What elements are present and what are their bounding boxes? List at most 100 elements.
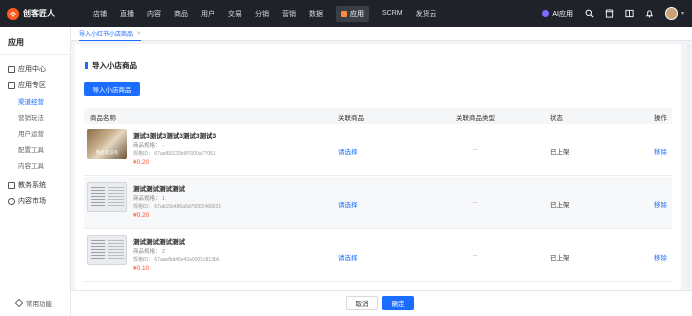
sidebar-item-label: 应用专区 xyxy=(18,82,46,89)
chevron-down-icon[interactable]: ▾ xyxy=(681,10,684,17)
sidebar-item-app-center[interactable]: 应用中心 xyxy=(0,61,70,77)
nav-item-apps[interactable]: 应用 xyxy=(336,5,369,22)
brand-logo-icon xyxy=(7,7,19,20)
section-title: 导入小店商品 xyxy=(85,60,137,71)
product-spec: 商品规格： - xyxy=(133,143,164,149)
sidebar-item-user-ops[interactable]: 用户运营 xyxy=(0,125,70,141)
select-related-link[interactable]: 请选择 xyxy=(338,252,358,262)
sidebar: 应用 应用中心 应用专区 渠道经营 营销玩法 用户运营 配置工具 内容工具 教务… xyxy=(0,27,71,316)
col-name: 商品名称 xyxy=(90,115,116,122)
nav-item-marketing[interactable]: 营销 xyxy=(282,9,296,19)
col-action: 操作 xyxy=(654,115,667,122)
product-spec: 商品规格： 2 xyxy=(133,249,166,255)
store-icon[interactable] xyxy=(605,9,615,19)
book-icon[interactable] xyxy=(625,9,635,19)
grid-icon xyxy=(8,65,15,73)
confirm-button[interactable]: 确定 xyxy=(382,296,414,310)
product-thumbnail xyxy=(87,235,127,265)
nav-item-goods[interactable]: 商品 xyxy=(174,9,188,19)
top-navbar: 创客匠人 店铺 直播 内容 商品 用户 交易 分销 营销 数据 应用 SCRM … xyxy=(0,0,692,27)
nav-item-users[interactable]: 用户 xyxy=(201,9,215,19)
nav-item-live[interactable]: 直播 xyxy=(120,9,134,19)
brand-logo[interactable]: 创客匠人 xyxy=(7,7,77,20)
nav-item-scrm[interactable]: SCRM xyxy=(382,10,403,17)
search-icon[interactable] xyxy=(585,9,595,19)
thumbnail-line xyxy=(91,187,105,207)
footer-bar: 取消 确定 xyxy=(71,290,692,316)
tab-import-xhs-label: 导入小红书小店商品 xyxy=(79,32,134,38)
product-thumbnail xyxy=(87,182,127,212)
select-related-link[interactable]: 请选择 xyxy=(338,146,358,156)
import-goods-button[interactable]: 导入小店商品 xyxy=(84,82,140,96)
tab-import-xhs[interactable]: 导入小红书小店商品 × xyxy=(79,27,141,41)
product-price: ¥0.20 xyxy=(133,212,150,219)
thumbnail-line xyxy=(108,187,124,207)
related-type-value: -- xyxy=(473,199,478,206)
table-header: 商品名称 关联商品 关联商品类型 状态 操作 xyxy=(84,108,672,124)
ai-app-label: AI应用 xyxy=(552,10,573,18)
common-functions-label: 常用功能 xyxy=(26,301,52,308)
section-title-text: 导入小店商品 xyxy=(92,61,137,70)
main-nav: 店铺 直播 内容 商品 用户 交易 分销 营销 数据 应用 SCRM 发货云 xyxy=(93,5,450,22)
table-row: 测试测试测试测试 商品规格： 2 规格ID： 67aaefbd45e42a000… xyxy=(84,230,672,282)
title-accent-bar xyxy=(85,62,88,69)
sidebar-item-config-tools[interactable]: 配置工具 xyxy=(0,141,70,157)
nav-item-shop[interactable]: 店铺 xyxy=(93,9,107,19)
product-spec-id: 规格ID： 67aaf60129b9f7000a77061 xyxy=(133,151,216,157)
nav-item-apps-label: 应用 xyxy=(350,10,364,18)
product-thumbnail: 我也是没有 xyxy=(87,129,127,159)
home-icon xyxy=(8,81,15,89)
sidebar-item-channel[interactable]: 渠道经营 xyxy=(0,93,70,109)
status-value: 已上架 xyxy=(550,149,570,156)
product-spec: 商品规格： 1 xyxy=(133,196,166,202)
main-panel: 导入小店商品 导入小店商品 商品名称 关联商品 关联商品类型 状态 操作 我也是… xyxy=(75,44,681,290)
related-type-value: -- xyxy=(473,146,478,153)
bell-icon[interactable] xyxy=(645,9,655,19)
market-icon xyxy=(8,197,15,205)
cancel-button[interactable]: 取消 xyxy=(346,296,378,310)
col-related: 关联商品 xyxy=(338,115,364,122)
thumbnail-line xyxy=(108,240,124,260)
common-functions-button[interactable]: 常用功能 xyxy=(14,298,52,308)
remove-link[interactable]: 移除 xyxy=(654,252,667,262)
apps-icon xyxy=(341,10,347,17)
sidebar-item-content-tools[interactable]: 内容工具 xyxy=(0,157,70,173)
sidebar-title: 应用 xyxy=(0,27,70,55)
ai-app-button[interactable]: AI应用 xyxy=(542,9,573,19)
nav-item-data[interactable]: 数据 xyxy=(309,9,323,19)
brand-name: 创客匠人 xyxy=(23,9,55,18)
table-row: 我也是没有 测试3测试3测试3测试3测试3 商品规格： - 规格ID： 67aa… xyxy=(84,124,672,176)
user-avatar[interactable] xyxy=(664,7,678,20)
ai-icon xyxy=(542,10,550,17)
close-icon[interactable]: × xyxy=(137,31,141,37)
sidebar-item-marketing-play[interactable]: 营销玩法 xyxy=(0,109,70,125)
sidebar-item-app-zone[interactable]: 应用专区 xyxy=(0,77,70,93)
remove-link[interactable]: 移除 xyxy=(654,146,667,156)
diamond-icon xyxy=(14,298,24,308)
edu-icon xyxy=(8,181,15,189)
product-spec-id: 规格ID： 67ab15b486a5d70001466621 xyxy=(133,204,222,210)
nav-item-content[interactable]: 内容 xyxy=(147,9,161,19)
tab-bar: 导入小红书小店商品 × xyxy=(71,27,692,41)
product-price: ¥0.10 xyxy=(133,265,150,272)
product-name: 测试测试测试测试 xyxy=(133,186,185,193)
sidebar-item-content-market[interactable]: 内容市场 xyxy=(0,193,70,209)
product-name: 测试测试测试测试 xyxy=(133,239,185,246)
col-status: 状态 xyxy=(550,115,563,122)
nav-item-shipping-cloud[interactable]: 发货云 xyxy=(416,9,437,19)
sidebar-item-edu-system[interactable]: 教务系统 xyxy=(0,177,70,193)
sidebar-item-label: 应用中心 xyxy=(18,66,46,73)
top-right-tools: AI应用 ▾ xyxy=(542,0,684,27)
nav-item-trade[interactable]: 交易 xyxy=(228,9,242,19)
sidebar-item-label: 内容市场 xyxy=(18,198,46,205)
remove-link[interactable]: 移除 xyxy=(654,199,667,209)
nav-item-distribution[interactable]: 分销 xyxy=(255,9,269,19)
scrollbar[interactable] xyxy=(687,44,690,288)
product-price: ¥0.20 xyxy=(133,159,150,166)
select-related-link[interactable]: 请选择 xyxy=(338,199,358,209)
thumbnail-line xyxy=(91,240,105,260)
table-row: 测试测试测试测试 商品规格： 1 规格ID： 67ab15b486a5d7000… xyxy=(84,177,672,229)
related-type-value: -- xyxy=(473,252,478,259)
status-value: 已上架 xyxy=(550,255,570,262)
status-value: 已上架 xyxy=(550,202,570,209)
